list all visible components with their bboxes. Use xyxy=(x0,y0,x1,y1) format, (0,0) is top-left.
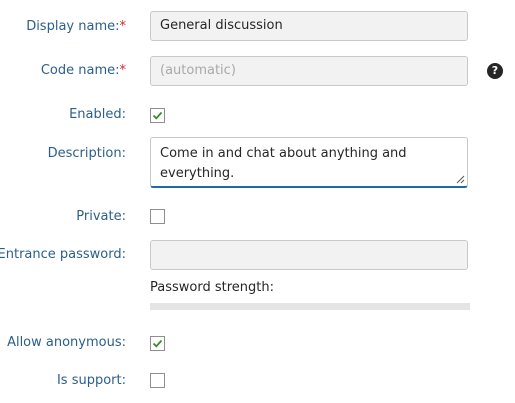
description-text: Come in and chat about anything and ever… xyxy=(160,146,407,181)
checkmark-icon xyxy=(152,111,163,120)
display-name-label: Display name:* xyxy=(26,19,127,34)
allow-anonymous-label: Allow anonymous: xyxy=(7,335,126,350)
private-label: Private: xyxy=(76,209,126,224)
is-support-checkbox[interactable] xyxy=(150,373,165,388)
is-support-label: Is support: xyxy=(56,373,126,388)
enabled-label: Enabled: xyxy=(69,107,126,122)
enabled-checkbox[interactable] xyxy=(150,108,165,123)
allow-anonymous-checkbox[interactable] xyxy=(150,336,165,351)
description-label: Description: xyxy=(47,146,126,161)
question-circle-icon[interactable]: ? xyxy=(487,63,503,79)
password-strength-bar xyxy=(150,303,470,310)
description-textarea[interactable]: Come in and chat about anything and ever… xyxy=(150,137,468,188)
required-marker: * xyxy=(119,63,127,78)
code-name-input[interactable]: (automatic) xyxy=(150,56,468,86)
checkmark-icon xyxy=(152,339,163,348)
entrance-password-input[interactable] xyxy=(150,240,468,270)
resize-grip-icon[interactable] xyxy=(456,175,465,184)
display-name-input[interactable]: General discussion xyxy=(150,11,468,41)
required-marker: * xyxy=(119,19,127,34)
password-strength-label: Password strength: xyxy=(150,280,274,295)
entrance-password-label: Entrance password: xyxy=(0,247,126,262)
code-name-label: Code name:* xyxy=(40,63,127,78)
private-checkbox[interactable] xyxy=(150,209,165,224)
